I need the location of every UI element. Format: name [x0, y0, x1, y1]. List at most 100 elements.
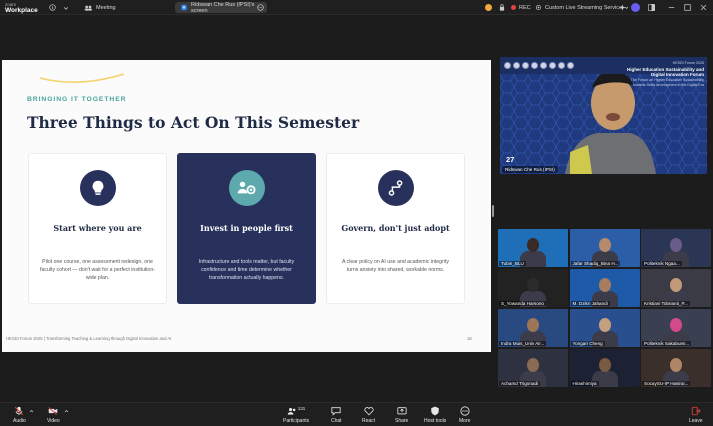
- audio-options-chevron[interactable]: [29, 409, 34, 416]
- participant-tile[interactable]: Tubin_BLU: [498, 229, 568, 267]
- card-invest-in-people: Invest in people first Infrastructure an…: [177, 153, 316, 304]
- participant-tile[interactable]: Politeknik Ngaa...: [641, 229, 711, 267]
- slide-page-number: 16: [467, 336, 472, 341]
- slide-title: Three Things to Act On This Semester: [27, 113, 360, 132]
- minimize-icon[interactable]: [668, 0, 675, 15]
- recording-indicator[interactable]: REC: [511, 0, 531, 15]
- forum-sub-2: towards Skills development in the Digita…: [633, 83, 704, 88]
- audio-button[interactable]: Audio: [13, 406, 26, 424]
- host-tools-button[interactable]: Host tools: [424, 406, 446, 424]
- participant-name: Yongari Cheng: [570, 341, 605, 346]
- participant-tile[interactable]: SocaySU-IP Hasirai...: [641, 349, 711, 387]
- close-icon[interactable]: [700, 0, 707, 15]
- camera-off-icon: [48, 407, 58, 415]
- card-title: Start where you are: [53, 223, 142, 233]
- people-icon: [84, 5, 92, 11]
- maximize-icon[interactable]: [684, 0, 691, 15]
- speaker-video[interactable]: HESDI Forum 2026 Higher Education Sustai…: [500, 57, 707, 174]
- react-heart-icon: [363, 407, 374, 416]
- more-dots-icon: [460, 406, 470, 416]
- participant-name: M. Dzikri Jahandi: [570, 301, 610, 306]
- tab-meeting[interactable]: Meeting: [78, 2, 122, 13]
- share-screen-icon: [397, 407, 407, 415]
- share-button[interactable]: Share: [395, 406, 408, 424]
- top-bar: zoom Workplace Meeting Ridswan Che Rus (…: [0, 0, 713, 15]
- card-title: Invest in people first: [200, 223, 293, 233]
- partner-logos: [504, 62, 574, 69]
- participant-name: SocaySU-IP Hasirai...: [642, 381, 691, 386]
- card-start-where-you-are: Start where you are Pilot one course, on…: [28, 153, 167, 304]
- video-button[interactable]: Video: [47, 406, 60, 424]
- layout-icon[interactable]: [648, 0, 655, 15]
- sparkle-icon[interactable]: [619, 0, 626, 15]
- participant-face: [527, 238, 539, 252]
- participant-name: Politeknik Ngaa...: [642, 261, 682, 266]
- broadcast-icon: [535, 4, 542, 11]
- participant-tile[interactable]: M. Dzikri Jahandi: [569, 269, 640, 307]
- participant-name: S_Yowanda Harsono: [499, 301, 546, 306]
- speaker-name: Ridswan Che Rus (IPSI): [502, 166, 558, 173]
- participant-name: Tubin_BLU: [499, 261, 526, 266]
- participants-label: Participants: [283, 418, 310, 424]
- leave-button[interactable]: Leave: [689, 406, 703, 424]
- people-gear-icon: [229, 170, 265, 206]
- share-label: Share: [395, 418, 409, 424]
- participant-face: [527, 318, 539, 332]
- chevron-down-icon[interactable]: [63, 0, 69, 15]
- participant-face: [598, 278, 611, 292]
- ai-companion-icon[interactable]: [631, 0, 640, 15]
- tab-screen-share-label: Ridswan Che Rus (IPSI)'s screen: [191, 1, 255, 14]
- tab-screen-share[interactable]: Ridswan Che Rus (IPSI)'s screen: [175, 1, 267, 14]
- live-stream-label: Custom Live Streaming Service: [545, 4, 623, 11]
- card-govern: Govern, don't just adopt A clear policy …: [326, 153, 465, 304]
- participant-tile[interactable]: Yongari Cheng: [569, 309, 640, 347]
- participant-tile[interactable]: Politeknik Sakabumi...: [641, 309, 711, 347]
- participant-name: Kristiani Tobrianti_P...: [642, 301, 690, 306]
- participant-tile[interactable]: Indra Muis_Univ Air...: [498, 309, 568, 347]
- participant-tile[interactable]: Kristiani Tobrianti_P...: [641, 269, 711, 307]
- participant-face: [598, 358, 611, 372]
- participant-face: [598, 238, 611, 252]
- event-day: 27: [506, 155, 515, 164]
- screen-share-icon: [181, 4, 187, 11]
- participant-name: Achamd Trigonadi: [499, 381, 541, 386]
- participant-face: [670, 318, 682, 332]
- card-body: Infrastructure and tools matter, but fac…: [198, 259, 295, 281]
- lock-icon[interactable]: [499, 0, 505, 15]
- shield-icon: [431, 406, 439, 416]
- participant-name: Politeknik Sakabumi...: [642, 341, 692, 346]
- chevron-up-icon: [64, 410, 69, 413]
- audio-label: Audio: [13, 418, 26, 424]
- participant-name: Jafar Shadiq_Bina H...: [570, 261, 621, 266]
- participant-tile[interactable]: Jafar Shadiq_Bina H...: [569, 229, 640, 267]
- react-label: React: [362, 418, 376, 424]
- participant-gallery: Tubin_BLU Jafar Shadiq_Bina H... Politekni…: [498, 229, 711, 389]
- more-button[interactable]: More: [459, 406, 470, 424]
- host-tools-label: Host tools: [424, 418, 447, 424]
- card-title: Govern, don't just adopt: [341, 223, 450, 233]
- split-resize-handle[interactable]: [492, 205, 494, 217]
- participants-button[interactable]: 131 Participants: [283, 406, 309, 424]
- card-body: Pilot one course, one assessment redesig…: [40, 259, 155, 281]
- zoom-brand: zoom Workplace: [5, 0, 38, 15]
- info-icon[interactable]: [49, 0, 56, 15]
- chat-label: Chat: [331, 418, 342, 424]
- slide-footer: HESDI Forum 2026 | Transforming Teaching…: [6, 336, 172, 341]
- route-icon: [378, 170, 414, 206]
- video-options-chevron[interactable]: [64, 409, 69, 416]
- live-stream-indicator[interactable]: Custom Live Streaming Service: [535, 0, 629, 15]
- decorative-swoosh: [39, 73, 125, 83]
- participant-tile[interactable]: Hirashimiya: [569, 349, 640, 387]
- chat-button[interactable]: Chat: [331, 406, 342, 424]
- record-dot-icon: [511, 5, 516, 10]
- tab-options-icon[interactable]: [257, 4, 264, 11]
- meeting-controls: Audio Video 131 Participants Chat React …: [0, 402, 713, 426]
- participant-face: [598, 318, 611, 332]
- participant-tile[interactable]: Achamd Trigonadi: [498, 349, 568, 387]
- security-shield-icon[interactable]: [485, 0, 492, 15]
- card-body: A clear policy on AI use and academic in…: [342, 259, 449, 273]
- participant-tile[interactable]: S_Yowanda Harsono: [498, 269, 568, 307]
- participant-face: [527, 358, 539, 372]
- microphone-muted-icon: [15, 406, 24, 416]
- react-button[interactable]: React: [362, 406, 375, 424]
